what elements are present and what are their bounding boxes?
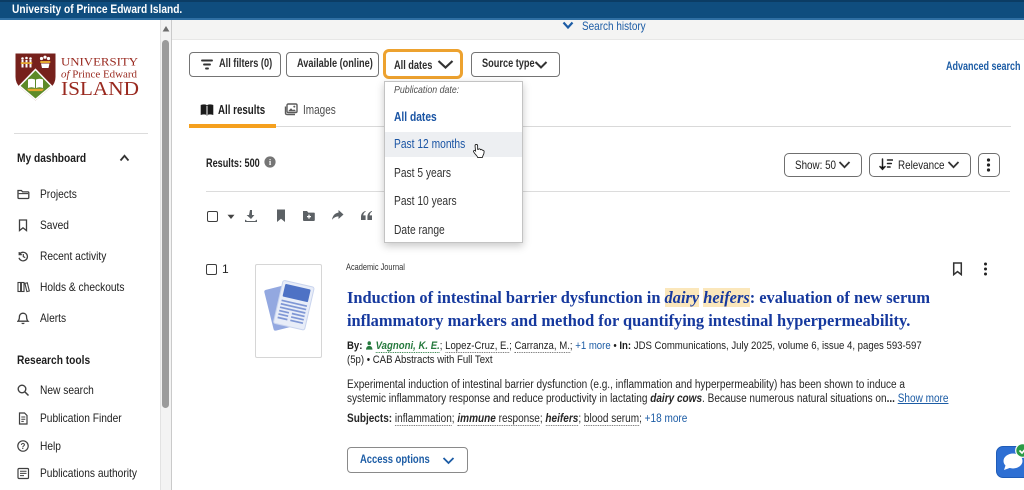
svg-text:ISLAND: ISLAND (61, 79, 139, 97)
svg-text:UNIVERSITY: UNIVERSITY (61, 57, 139, 69)
svg-text:?: ? (21, 442, 26, 451)
